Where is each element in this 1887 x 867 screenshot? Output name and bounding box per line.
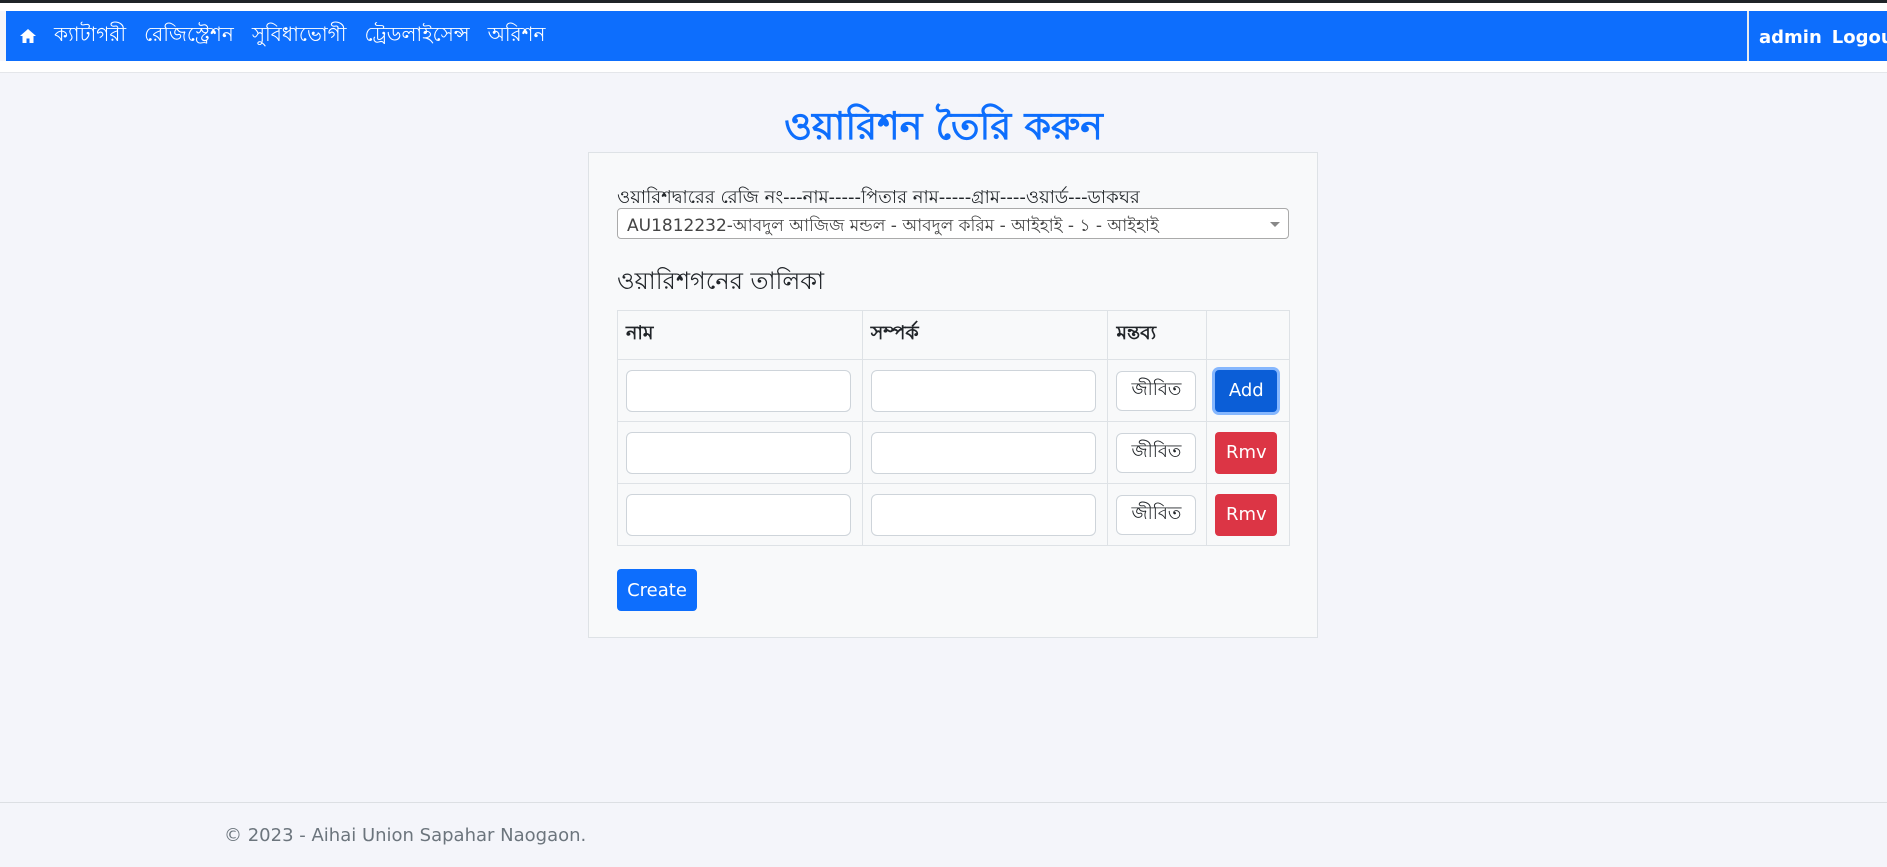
create-button[interactable]: Create (617, 569, 697, 611)
table-row: জীবিত Rmv (617, 421, 1290, 484)
heir-form-card: ওয়ারিশদ্বারের রেজি নং---নাম-----পিতার ন… (588, 152, 1318, 638)
table-header-row: নাম সম্পর্ক মন্তব্য (617, 310, 1290, 360)
remove-row-button[interactable]: Rmv (1215, 493, 1278, 536)
heir-relation-input[interactable] (870, 369, 1096, 412)
nav-link-trade-license[interactable]: ট্রেডলাইসেন্স (364, 20, 469, 53)
heir-name-input[interactable] (626, 431, 851, 474)
footer-copyright: © 2023 - Aihai Union Sapahar Naogaon. (224, 825, 587, 846)
applicant-select[interactable]: AU1812232-আবদুল আজিজ মন্ডল - আবদুল করিম … (617, 208, 1289, 239)
heir-relation-input[interactable] (870, 493, 1096, 536)
heir-status-select[interactable]: জীবিত (1116, 494, 1197, 535)
add-row-button[interactable]: Add (1215, 369, 1278, 412)
heir-status-select[interactable]: জীবিত (1116, 432, 1197, 473)
column-header-relation: সম্পর্ক (861, 310, 1109, 360)
column-header-action (1206, 310, 1290, 360)
column-header-name: নাম (617, 310, 863, 360)
navbar: ক্যাটাগরী রেজিস্ট্রেশন সুবিধাভোগী ট্রেডল… (6, 11, 1887, 63)
nav-link-category[interactable]: ক্যাটাগরী (54, 20, 126, 53)
nav-link-beneficiary[interactable]: সুবিধাভোগী (252, 20, 347, 53)
applicant-select-value: AU1812232-আবদুল আজিজ মন্ডল - আবদুল করিম … (627, 216, 1159, 236)
heir-relation-input[interactable] (870, 431, 1096, 474)
heir-name-input[interactable] (626, 493, 851, 536)
nav-link-registration[interactable]: রেজিস্ট্রেশন (144, 20, 234, 53)
top-spacer (0, 3, 1887, 11)
heir-name-input[interactable] (626, 369, 851, 412)
table-row: জীবিত Rmv (617, 483, 1290, 546)
nav-underbar (0, 61, 1887, 73)
home-icon[interactable] (16, 24, 40, 48)
nav-user-area: admin Logout (1747, 11, 1887, 63)
remove-row-button[interactable]: Rmv (1215, 431, 1278, 474)
heirs-table: নাম সম্পর্ক মন্তব্য জীবিত Add জীবিত Rmv (617, 310, 1290, 546)
nav-link-heirs[interactable]: অরিশন (488, 20, 546, 53)
heir-status-select[interactable]: জীবিত (1116, 370, 1197, 411)
chevron-down-icon (1270, 222, 1280, 227)
heirs-table-title: ওয়ারিশগনের তালিকা (617, 267, 825, 295)
table-row: জীবিত Add (617, 359, 1290, 422)
column-header-comment: মন্তব্য (1107, 310, 1208, 360)
nav-user-admin[interactable]: admin (1759, 27, 1822, 48)
footer-divider (0, 802, 1887, 803)
logout-link[interactable]: Logout (1832, 27, 1887, 48)
